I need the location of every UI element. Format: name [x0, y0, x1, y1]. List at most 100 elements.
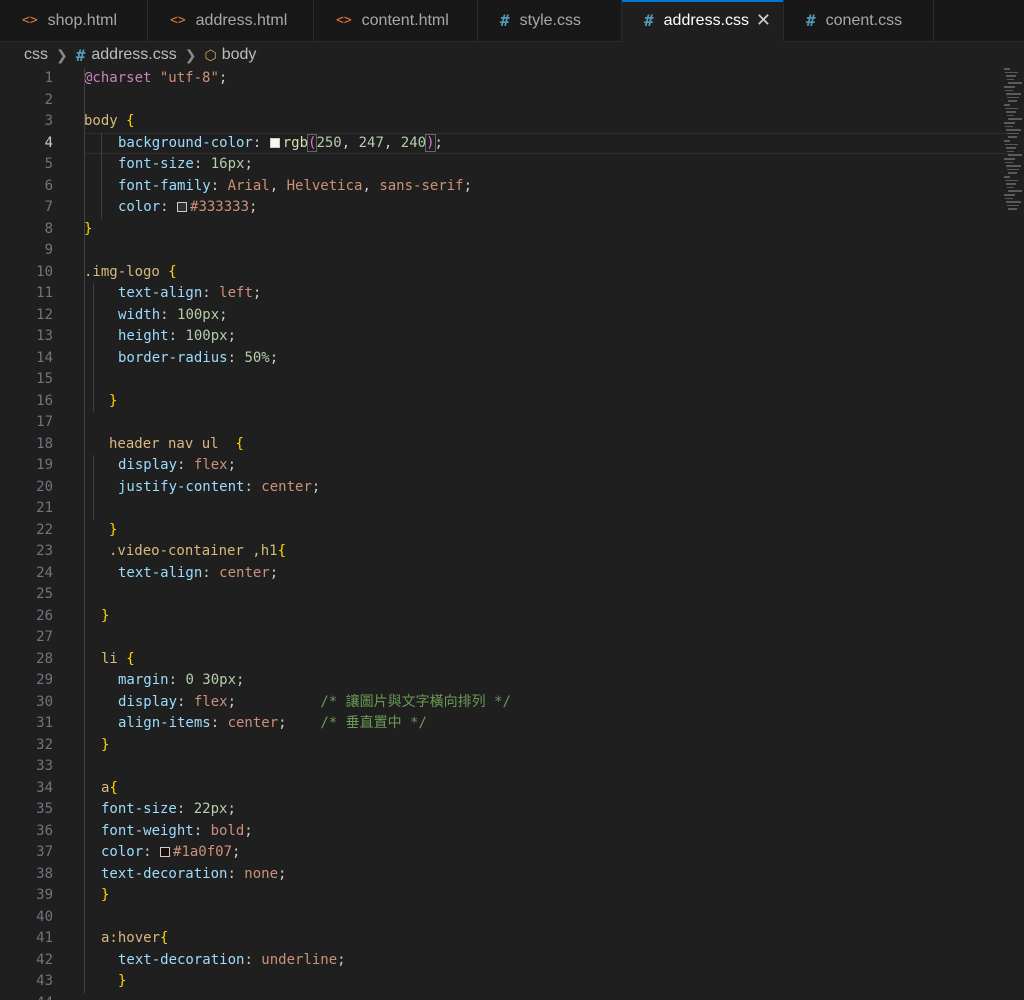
- code-line[interactable]: 4 background-color: rgb(250, 247, 240);: [0, 132, 1024, 155]
- code-line[interactable]: 19 display: flex;: [0, 455, 1024, 477]
- close-icon[interactable]: ✕: [756, 10, 771, 31]
- code-token: /* 垂直置中 */: [320, 715, 427, 731]
- code-line[interactable]: 11 text-align: left;: [0, 283, 1024, 305]
- code-line[interactable]: 25: [0, 584, 1024, 606]
- code-line[interactable]: 5 font-size: 16px;: [0, 154, 1024, 176]
- code-token: 100px: [185, 328, 228, 344]
- code-text: }: [118, 971, 126, 993]
- line-number: 15: [36, 371, 53, 387]
- code-line[interactable]: 10 .img-logo {: [0, 262, 1024, 284]
- code-text: }: [109, 391, 117, 413]
- code-line[interactable]: 26}: [0, 606, 1024, 628]
- code-line[interactable]: 22}: [0, 520, 1024, 542]
- code-line[interactable]: 29 margin: 0 30px;: [0, 670, 1024, 692]
- code-token: background-color: [118, 134, 253, 151]
- code-line[interactable]: 37 color: #1a0f07;: [0, 842, 1024, 864]
- code-token: 16px: [210, 156, 245, 172]
- tab-content-html[interactable]: <> content.html: [314, 0, 478, 42]
- code-token: 50%: [244, 349, 270, 366]
- minimap-line: [1007, 78, 1014, 81]
- code-line[interactable]: 36 font-weight: bold;: [0, 821, 1024, 843]
- code-token: ;: [249, 199, 258, 215]
- code-line[interactable]: 1 @charset "utf-8";: [0, 68, 1024, 90]
- code-line[interactable]: 3 body {: [0, 111, 1024, 133]
- code-text: border-radius: 50%;: [118, 348, 278, 370]
- indent-guide: [93, 283, 94, 412]
- code-line[interactable]: 20 justify-content: center;: [0, 477, 1024, 499]
- code-line[interactable]: 43}: [0, 971, 1024, 993]
- code-line[interactable]: 18 header nav ul {: [0, 434, 1024, 456]
- code-line[interactable]: 40: [0, 907, 1024, 929]
- code-line[interactable]: 14 border-radius: 50%;: [0, 348, 1024, 370]
- code-token: ;: [278, 715, 321, 731]
- line-number: 35: [36, 801, 53, 817]
- breadcrumb-file[interactable]: address.css: [91, 46, 176, 64]
- code-token: 22px: [193, 801, 228, 817]
- code-line[interactable]: 30 display: flex; /* 讓圖片與文字橫向排列 */: [0, 692, 1024, 714]
- code-line[interactable]: 28 li {: [0, 649, 1024, 671]
- tab-address-html[interactable]: <> address.html: [148, 0, 314, 42]
- code-line[interactable]: 44: [0, 993, 1024, 1000]
- breadcrumb-folder[interactable]: css: [24, 46, 48, 64]
- tab-bar-filler: [934, 0, 1024, 42]
- code-token: "utf-8": [159, 70, 219, 86]
- code-line[interactable]: 23 .video-container ,h1{: [0, 541, 1024, 563]
- line-number: 11: [36, 285, 53, 301]
- minimap-line: [1004, 194, 1015, 196]
- code-token: :: [252, 134, 270, 151]
- tab-shop-html[interactable]: <> shop.html: [0, 0, 148, 42]
- code-line[interactable]: 38 text-decoration: none;: [0, 864, 1024, 886]
- color-swatch[interactable]: [177, 202, 188, 212]
- indent-guide: [101, 132, 102, 219]
- code-line[interactable]: 2: [0, 90, 1024, 112]
- code-token: :: [244, 951, 262, 968]
- code-line[interactable]: 9: [0, 240, 1024, 262]
- tab-label: style.css: [519, 11, 581, 29]
- minimap-line: [1005, 71, 1018, 74]
- code-line[interactable]: 17: [0, 412, 1024, 434]
- code-line[interactable]: 13 height: 100px;: [0, 326, 1024, 348]
- code-line[interactable]: 27: [0, 627, 1024, 649]
- code-token: font-family: [118, 177, 211, 194]
- code-text: font-family: Arial, Helvetica, sans-seri…: [118, 176, 472, 198]
- minimap[interactable]: [1002, 68, 1022, 228]
- code-line[interactable]: 39}: [0, 885, 1024, 907]
- code-token: font-size: [118, 156, 194, 172]
- code-line[interactable]: 42 text-decoration: underline;: [0, 950, 1024, 972]
- color-swatch[interactable]: [160, 847, 171, 857]
- code-line[interactable]: 6 font-family: Arial, Helvetica, sans-ser…: [0, 176, 1024, 198]
- code-line[interactable]: 33: [0, 756, 1024, 778]
- color-swatch[interactable]: [269, 137, 280, 148]
- minimap-line: [1008, 190, 1022, 192]
- code-line[interactable]: 24 text-align: center;: [0, 563, 1024, 585]
- code-editor[interactable]: 1 @charset "utf-8"; 2 3 body {4 background-co…: [0, 68, 1024, 1000]
- code-token: color: [118, 199, 161, 215]
- code-line[interactable]: 12 width: 100px;: [0, 305, 1024, 327]
- code-line[interactable]: 32}: [0, 735, 1024, 757]
- code-line[interactable]: 7 color: #333333;: [0, 197, 1024, 219]
- code-line[interactable]: 34 a{: [0, 778, 1024, 800]
- code-token: underline: [261, 951, 338, 968]
- tab-address-css[interactable]: # address.css ✕: [622, 0, 784, 42]
- code-token: ;: [278, 865, 287, 882]
- code-line[interactable]: 21: [0, 498, 1024, 520]
- code-token: }: [101, 736, 110, 753]
- code-line[interactable]: 31 align-items: center; /* 垂直置中 */: [0, 713, 1024, 735]
- line-number: 27: [36, 629, 53, 645]
- code-line[interactable]: 15: [0, 369, 1024, 391]
- code-line[interactable]: 8}: [0, 219, 1024, 241]
- code-token: text-decoration: [118, 951, 245, 968]
- css-file-icon: #: [75, 45, 86, 65]
- tab-style-css[interactable]: # style.css: [478, 0, 622, 42]
- code-token: display: [118, 457, 178, 473]
- code-line[interactable]: 35 font-size: 22px;: [0, 799, 1024, 821]
- line-number: 6: [44, 177, 53, 194]
- code-token: ;: [252, 285, 262, 301]
- code-text: a:hover{: [101, 928, 168, 950]
- code-text: background-color: rgb(250, 247, 240);: [118, 133, 443, 155]
- tab-conent-css[interactable]: # conent.css: [784, 0, 934, 42]
- code-line[interactable]: 41 a:hover{: [0, 928, 1024, 950]
- breadcrumb-symbol[interactable]: body: [222, 46, 257, 64]
- code-token: ;: [337, 951, 346, 968]
- code-line[interactable]: 16}: [0, 391, 1024, 413]
